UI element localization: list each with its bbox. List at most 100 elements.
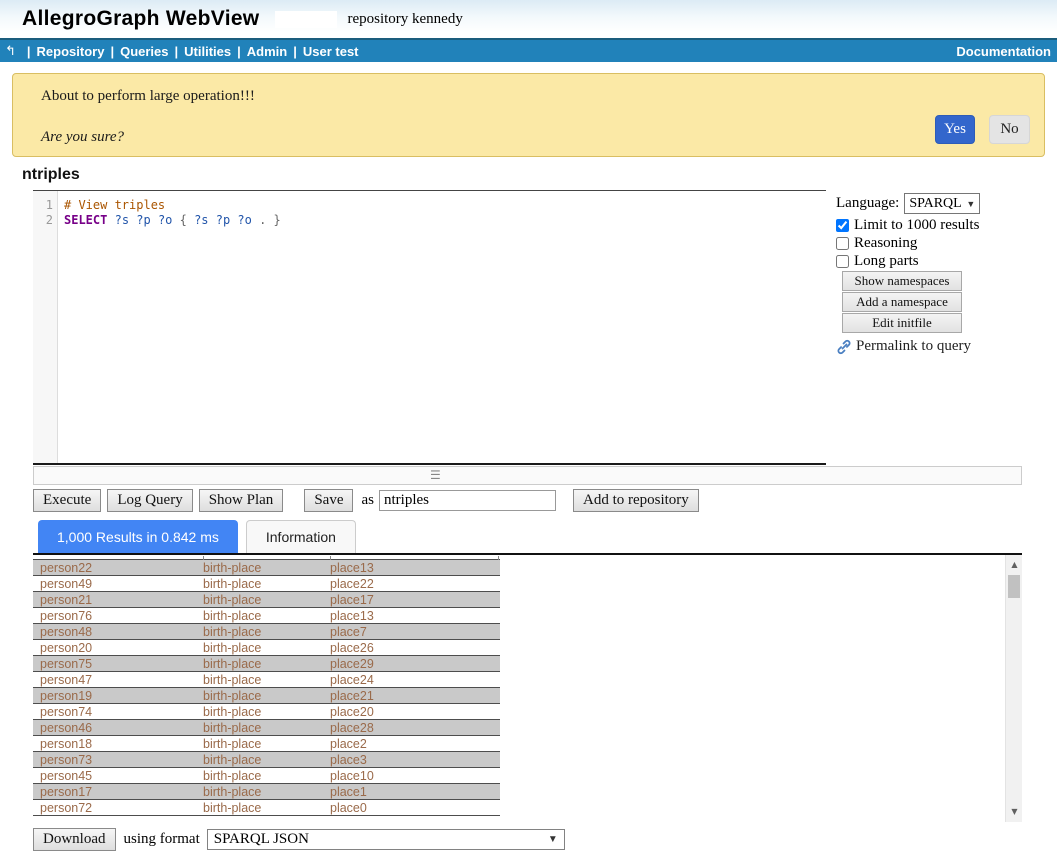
- predicate-cell[interactable]: birth-place: [203, 800, 330, 815]
- object-cell[interactable]: place13: [330, 608, 500, 623]
- editor-code[interactable]: # View triplesSELECT ?s ?p ?o { ?s ?p ?o…: [58, 191, 281, 463]
- object-cell[interactable]: place1: [330, 784, 500, 799]
- log-query-button[interactable]: Log Query: [107, 489, 192, 512]
- save-button[interactable]: Save: [304, 489, 353, 512]
- table-row: person46birth-placeplace28: [33, 720, 500, 736]
- subject-cell[interactable]: person72: [33, 800, 203, 815]
- predicate-cell[interactable]: birth-place: [203, 704, 330, 719]
- predicate-cell[interactable]: birth-place: [203, 576, 330, 591]
- code-token-punct: {: [172, 213, 194, 227]
- object-cell[interactable]: place24: [330, 672, 500, 687]
- header-blank-box: [275, 11, 337, 28]
- save-name-input[interactable]: [379, 490, 556, 511]
- object-cell[interactable]: place3: [330, 752, 500, 767]
- checkbox[interactable]: [836, 255, 849, 268]
- subject-cell[interactable]: person49: [33, 576, 203, 591]
- predicate-cell[interactable]: birth-place: [203, 608, 330, 623]
- yes-button[interactable]: Yes: [935, 115, 975, 144]
- clipped-row: [33, 555, 500, 560]
- query-actions-bar: Execute Log Query Show Plan Save as Add …: [33, 489, 705, 512]
- tab-results[interactable]: 1,000 Results in 0.842 ms: [38, 520, 238, 553]
- nav-item-user-test[interactable]: User test: [303, 44, 359, 59]
- code-token-comment: # View triples: [64, 198, 165, 212]
- scroll-down-icon[interactable]: ▼: [1006, 804, 1022, 820]
- nav-item-documentation[interactable]: Documentation: [956, 44, 1051, 59]
- subject-cell[interactable]: person17: [33, 784, 203, 799]
- scroll-up-icon[interactable]: ▲: [1006, 557, 1022, 573]
- results-scrollbar[interactable]: ▲ ▼: [1005, 555, 1022, 822]
- alert-buttons: Yes No: [935, 115, 1030, 144]
- object-cell[interactable]: place13: [330, 560, 500, 575]
- download-button[interactable]: Download: [33, 828, 116, 851]
- add-a-namespace-button[interactable]: Add a namespace: [842, 292, 962, 312]
- object-cell[interactable]: place7: [330, 624, 500, 639]
- object-cell[interactable]: place10: [330, 768, 500, 783]
- option-limit-to-1000-results[interactable]: Limit to 1000 results: [836, 217, 1050, 234]
- object-cell[interactable]: place21: [330, 688, 500, 703]
- subject-cell[interactable]: person48: [33, 624, 203, 639]
- scrollbar-thumb[interactable]: [1008, 575, 1020, 598]
- permalink-to-query-link[interactable]: Permalink to query: [836, 338, 1050, 355]
- predicate-cell[interactable]: birth-place: [203, 624, 330, 639]
- predicate-cell[interactable]: birth-place: [203, 640, 330, 655]
- object-cell[interactable]: place29: [330, 656, 500, 671]
- object-cell[interactable]: place26: [330, 640, 500, 655]
- subject-cell[interactable]: person18: [33, 736, 203, 751]
- no-button[interactable]: No: [989, 115, 1030, 144]
- code-token-variable: ?s ?p ?o: [194, 213, 252, 227]
- language-select[interactable]: SPARQL ▼: [904, 193, 980, 214]
- option-long-parts[interactable]: Long parts: [836, 253, 1050, 270]
- object-cell[interactable]: place17: [330, 592, 500, 607]
- add-to-repository-button[interactable]: Add to repository: [573, 489, 699, 512]
- main-nav: ↰ |Repository|Queries|Utilities|Admin|Us…: [0, 38, 1057, 62]
- predicate-cell[interactable]: birth-place: [203, 592, 330, 607]
- chevron-down-icon: ▼: [548, 834, 558, 845]
- object-cell[interactable]: place28: [330, 720, 500, 735]
- nav-item-queries[interactable]: Queries: [120, 44, 168, 59]
- object-cell[interactable]: place20: [330, 704, 500, 719]
- subject-cell[interactable]: person75: [33, 656, 203, 671]
- query-editor[interactable]: 12 # View triplesSELECT ?s ?p ?o { ?s ?p…: [33, 190, 826, 465]
- editor-resize-handle[interactable]: ☰: [33, 466, 1022, 485]
- nav-item-repository[interactable]: Repository: [37, 44, 105, 59]
- predicate-cell[interactable]: birth-place: [203, 688, 330, 703]
- subject-cell[interactable]: person74: [33, 704, 203, 719]
- nav-item-admin[interactable]: Admin: [247, 44, 287, 59]
- show-plan-button[interactable]: Show Plan: [199, 489, 284, 512]
- nav-separator: |: [110, 44, 114, 59]
- tab-information[interactable]: Information: [246, 520, 356, 553]
- download-format-select[interactable]: SPARQL JSON ▼: [207, 829, 565, 850]
- subject-cell[interactable]: person22: [33, 560, 203, 575]
- execute-button[interactable]: Execute: [33, 489, 101, 512]
- subject-cell[interactable]: person19: [33, 688, 203, 703]
- object-cell[interactable]: place22: [330, 576, 500, 591]
- predicate-cell[interactable]: birth-place: [203, 768, 330, 783]
- predicate-cell[interactable]: birth-place: [203, 752, 330, 767]
- subject-cell[interactable]: person73: [33, 752, 203, 767]
- back-arrow-icon[interactable]: ↰: [5, 43, 16, 59]
- checkbox[interactable]: [836, 237, 849, 250]
- show-namespaces-button[interactable]: Show namespaces: [842, 271, 962, 291]
- table-row: person48birth-placeplace7: [33, 624, 500, 640]
- option-reasoning[interactable]: Reasoning: [836, 235, 1050, 252]
- subject-cell[interactable]: person45: [33, 768, 203, 783]
- predicate-cell[interactable]: birth-place: [203, 656, 330, 671]
- table-row: person74birth-placeplace20: [33, 704, 500, 720]
- checkbox[interactable]: [836, 219, 849, 232]
- alert-question: Are you sure?: [41, 129, 124, 146]
- subject-cell[interactable]: person47: [33, 672, 203, 687]
- subject-cell[interactable]: person21: [33, 592, 203, 607]
- object-cell[interactable]: place0: [330, 800, 500, 815]
- object-cell[interactable]: place2: [330, 736, 500, 751]
- predicate-cell[interactable]: birth-place: [203, 784, 330, 799]
- subject-cell[interactable]: person46: [33, 720, 203, 735]
- subject-cell[interactable]: person20: [33, 640, 203, 655]
- subject-cell[interactable]: person76: [33, 608, 203, 623]
- edit-initfile-button[interactable]: Edit initfile: [842, 313, 962, 333]
- predicate-cell[interactable]: birth-place: [203, 736, 330, 751]
- predicate-cell[interactable]: birth-place: [203, 672, 330, 687]
- predicate-cell[interactable]: birth-place: [203, 720, 330, 735]
- predicate-cell[interactable]: birth-place: [203, 560, 330, 575]
- nav-item-utilities[interactable]: Utilities: [184, 44, 231, 59]
- chain-link-icon: [836, 339, 852, 355]
